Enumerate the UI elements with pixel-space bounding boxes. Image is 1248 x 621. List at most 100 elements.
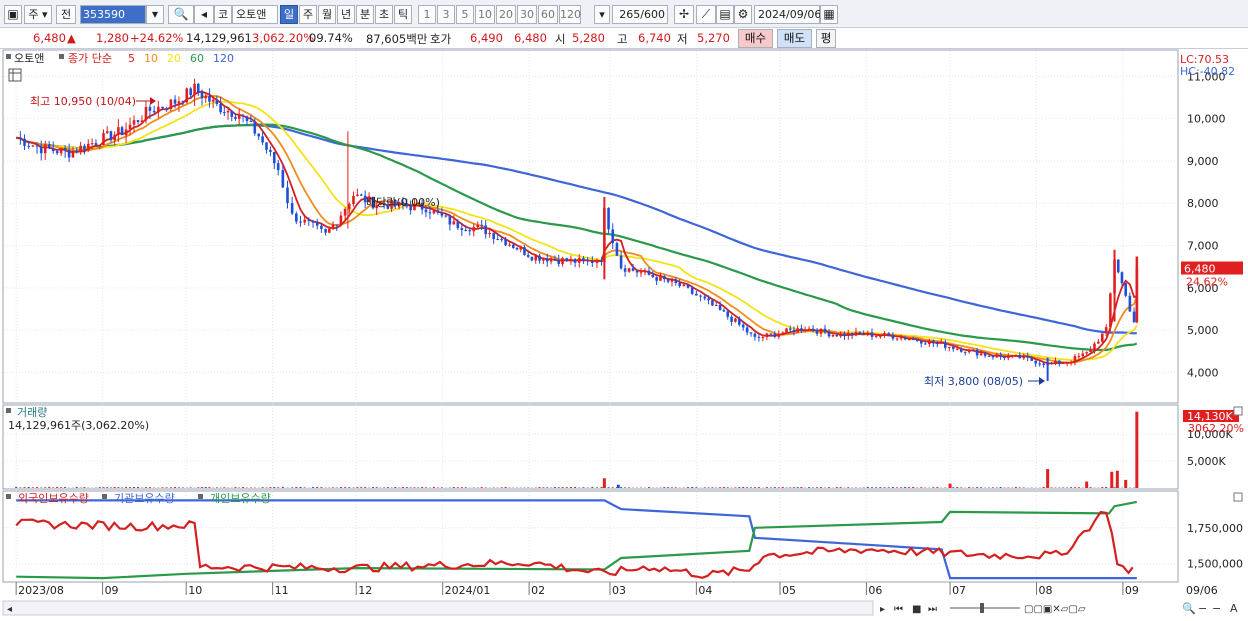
candle-body <box>90 143 94 145</box>
stock-name-field[interactable]: 오토앤 <box>232 5 278 24</box>
candle-body <box>47 144 51 149</box>
multiplier-button-3[interactable]: 3 <box>437 5 455 24</box>
volume-bar <box>835 487 838 488</box>
candle-body <box>627 268 631 272</box>
candle-body <box>204 96 208 99</box>
tool-icons[interactable]: ▢▢▣✕▱▢▱ <box>1024 604 1086 615</box>
candle-body <box>738 318 741 325</box>
interval-button-5[interactable]: 초 <box>375 5 393 24</box>
holdings-legend-2: 개인보유수량 <box>210 492 271 505</box>
interval-button-6[interactable]: 틱 <box>394 5 412 24</box>
draw-line-icon[interactable]: ⟋ <box>696 5 716 24</box>
candle-body <box>975 349 979 356</box>
speaker-icon[interactable]: ◂ <box>194 5 214 24</box>
stock-chart[interactable]: 4,0005,0006,0007,0008,0009,00010,00011,0… <box>0 49 1248 621</box>
candle-body <box>428 212 432 214</box>
period-select[interactable]: 전 <box>56 5 76 24</box>
multiplier-button-1[interactable]: 1 <box>418 5 436 24</box>
volume-bar <box>569 487 572 488</box>
candle-body <box>883 333 886 336</box>
stop-icon[interactable]: ■ <box>912 604 921 615</box>
volume-spike <box>602 478 606 488</box>
calendar-icon[interactable]: ▦ <box>820 5 838 24</box>
volume-bar <box>904 486 907 488</box>
period-dropdown[interactable]: ▾ <box>594 5 610 24</box>
crosshair-icon[interactable]: ✢ <box>674 5 694 24</box>
table-icon[interactable] <box>8 68 22 82</box>
x-tick: 02 <box>531 584 545 597</box>
candle-body <box>177 101 181 104</box>
settings-icon[interactable]: ⚙ <box>734 5 752 24</box>
fast-forward-icon[interactable]: ⏭ <box>928 604 937 615</box>
search-icon[interactable]: 🔍 <box>168 5 194 24</box>
candle-body <box>967 349 971 353</box>
volume-bar <box>750 487 753 488</box>
price-tick: 5,000 <box>1187 324 1219 337</box>
buy-button[interactable]: 매수 <box>738 29 773 48</box>
market-select[interactable]: 주 ▾ <box>24 5 52 24</box>
interval-button-2[interactable]: 월 <box>318 5 336 24</box>
candle-body <box>1128 295 1132 312</box>
horizontal-scrollbar[interactable] <box>2 600 874 616</box>
scroll-left-icon[interactable]: ◂ <box>7 604 12 615</box>
volume-bar <box>320 487 323 488</box>
candle-body <box>862 333 865 335</box>
eval-button[interactable]: 평 <box>816 29 836 48</box>
candle-body <box>932 340 935 344</box>
candle-body <box>94 143 98 146</box>
volume-bar <box>667 487 670 488</box>
volume-bar <box>48 486 51 488</box>
volume-bar <box>839 487 842 488</box>
volume-bar <box>174 487 177 488</box>
code-dropdown-icon[interactable]: ▾ <box>146 5 164 24</box>
candle-body <box>711 300 714 306</box>
volume-bar <box>242 486 245 488</box>
zoom-icon[interactable]: 🔍 <box>1182 601 1196 615</box>
sell-button[interactable]: 매도 <box>777 29 812 48</box>
legend-bullet-icon <box>102 494 107 499</box>
zoom-slider-handle[interactable] <box>980 603 984 613</box>
maximize-icon[interactable] <box>1233 492 1243 502</box>
stock-code-input[interactable]: 353590 <box>80 5 146 24</box>
window-menu-icon[interactable]: ▣ <box>4 5 22 24</box>
multiplier-button-20[interactable]: 20 <box>496 5 516 24</box>
date-field[interactable]: 2024/09/06 <box>754 5 821 24</box>
candle-body <box>488 232 491 235</box>
multiplier-button-120[interactable]: 120 <box>559 5 581 24</box>
candle-body <box>854 331 858 336</box>
volume-bar <box>56 486 59 488</box>
save-icon[interactable]: ▤ <box>716 5 734 24</box>
volume-title: 거래량 <box>17 406 47 419</box>
interval-button-0[interactable]: 일 <box>280 5 298 24</box>
candle-body <box>923 343 927 345</box>
candle-body <box>436 210 440 213</box>
multiplier-button-5[interactable]: 5 <box>456 5 474 24</box>
zoom-out-icon[interactable]: − <box>1198 602 1207 615</box>
rewind-icon[interactable]: ⏮ <box>894 604 903 615</box>
interval-button-1[interactable]: 주 <box>299 5 317 24</box>
scroll-right-icon[interactable]: ▸ <box>880 604 885 615</box>
interval-button-4[interactable]: 분 <box>356 5 374 24</box>
font-size-icon[interactable]: A <box>1230 602 1238 615</box>
candle-body <box>796 328 799 333</box>
multiplier-button-10[interactable]: 10 <box>475 5 495 24</box>
candle-body <box>290 203 294 214</box>
zoom-in-icon[interactable]: − <box>1212 602 1221 615</box>
x-tick: 07 <box>952 584 966 597</box>
multiplier-button-30[interactable]: 30 <box>517 5 537 24</box>
volume-bar <box>452 487 455 488</box>
candle-body <box>98 145 102 147</box>
volume-bar <box>312 487 315 488</box>
volume-bar <box>201 487 204 488</box>
candle-body <box>1104 327 1108 334</box>
candle-body <box>1054 360 1057 364</box>
multiplier-button-60[interactable]: 60 <box>538 5 558 24</box>
volume-bar <box>36 487 39 488</box>
interval-button-3[interactable]: 년 <box>337 5 355 24</box>
maximize-icon[interactable] <box>1233 406 1243 416</box>
candle-body <box>359 194 363 196</box>
candle-body <box>959 348 963 352</box>
bar-count-field[interactable]: 265/600 <box>612 5 668 24</box>
volume-bar <box>800 486 803 488</box>
volume-bar <box>102 487 105 488</box>
